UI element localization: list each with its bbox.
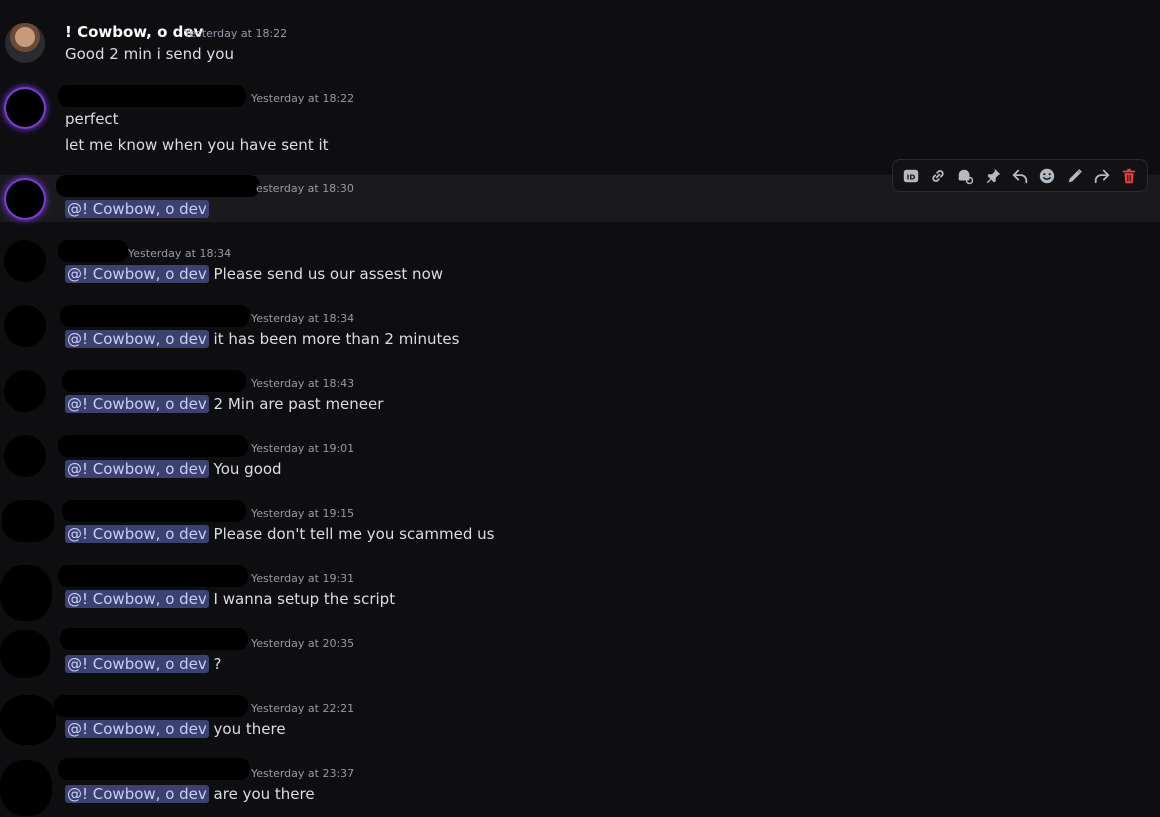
user-mention[interactable]: @! Cowbow, o dev xyxy=(65,200,209,218)
message-text: @! Cowbow, o dev I wanna setup the scrip… xyxy=(65,590,396,608)
redacted-author xyxy=(60,628,248,650)
message-text: @! Cowbow, o dev You good xyxy=(65,460,282,478)
message-actions-toolbar: ID xyxy=(892,159,1148,192)
message-timestamp: Yesterday at 22:21 xyxy=(251,702,355,715)
message-timestamp: Yesterday at 19:31 xyxy=(251,572,355,585)
message-item[interactable]: Yesterday at 19:31 @! Cowbow, o dev I wa… xyxy=(0,565,1160,621)
message-timestamp: Yesterday at 18:34 xyxy=(128,247,232,260)
redacted-author xyxy=(58,435,248,457)
pin-icon[interactable] xyxy=(983,166,1003,186)
message-item[interactable]: Yesterday at 22:21 @! Cowbow, o dev you … xyxy=(0,695,1160,745)
message-text: @! Cowbow, o dev xyxy=(65,200,209,218)
user-mention[interactable]: @! Cowbow, o dev xyxy=(65,785,209,803)
redacted-author xyxy=(60,305,250,327)
message-text: perfect xyxy=(65,110,119,128)
avatar[interactable] xyxy=(0,695,56,745)
redacted-author xyxy=(58,240,128,262)
redacted-author xyxy=(62,500,246,522)
avatar[interactable] xyxy=(4,435,46,477)
message-text: @! Cowbow, o dev you there xyxy=(65,720,286,738)
thread-icon[interactable] xyxy=(955,166,975,186)
redacted-author xyxy=(54,695,248,717)
message-timestamp: esterday at 18:30 xyxy=(256,182,354,195)
avatar[interactable] xyxy=(0,630,50,678)
user-mention[interactable]: @! Cowbow, o dev xyxy=(65,330,209,348)
id-icon[interactable]: ID xyxy=(901,166,921,186)
message-text: @! Cowbow, o dev are you there xyxy=(65,785,315,803)
avatar[interactable] xyxy=(4,240,46,282)
message-author[interactable]: ! Cowbow, o dev xyxy=(65,23,203,41)
message-item[interactable]: Yesterday at 19:15 @! Cowbow, o dev Plea… xyxy=(0,500,1160,550)
message-timestamp: Yesterday at 18:34 xyxy=(251,312,355,325)
message-timestamp: Yesterday at 20:35 xyxy=(251,637,355,650)
message-timestamp: Yesterday at 18:43 xyxy=(251,377,355,390)
message-item[interactable]: ! Cowbow, o dev Yesterday at 18:22 Good … xyxy=(0,15,1160,75)
user-mention[interactable]: @! Cowbow, o dev xyxy=(65,525,209,543)
message-item[interactable]: Yesterday at 18:34 @! Cowbow, o dev Plea… xyxy=(0,240,1160,290)
user-mention[interactable]: @! Cowbow, o dev xyxy=(65,395,209,413)
message-item[interactable]: Yesterday at 18:22 perfect let me know w… xyxy=(0,80,1160,160)
redacted-author xyxy=(56,175,260,197)
avatar[interactable] xyxy=(4,87,46,129)
redacted-author xyxy=(58,85,246,107)
message-text: @! Cowbow, o dev ? xyxy=(65,655,222,673)
redacted-author xyxy=(62,370,246,392)
forward-icon[interactable] xyxy=(1092,166,1112,186)
message-text: let me know when you have sent it xyxy=(65,136,329,154)
message-text: @! Cowbow, o dev it has been more than 2… xyxy=(65,330,460,348)
message-text: @! Cowbow, o dev Please send us our asse… xyxy=(65,265,444,283)
message-item[interactable]: Yesterday at 23:37 @! Cowbow, o dev are … xyxy=(0,758,1160,817)
message-item[interactable]: Yesterday at 18:34 @! Cowbow, o dev it h… xyxy=(0,305,1160,355)
message-item[interactable]: Yesterday at 18:43 @! Cowbow, o dev 2 Mi… xyxy=(0,370,1160,420)
message-timestamp: Yesterday at 19:01 xyxy=(251,442,355,455)
avatar[interactable] xyxy=(0,565,52,621)
svg-text:ID: ID xyxy=(906,172,915,181)
message-item[interactable]: Yesterday at 20:35 @! Cowbow, o dev ? xyxy=(0,628,1160,680)
message-timestamp: Yesterday at 18:22 xyxy=(251,92,355,105)
delete-icon[interactable] xyxy=(1119,166,1139,186)
avatar[interactable] xyxy=(4,305,46,347)
emoji-icon[interactable] xyxy=(1037,166,1057,186)
message-text: Good 2 min i send you xyxy=(65,45,234,63)
avatar[interactable] xyxy=(2,500,54,542)
link-icon[interactable] xyxy=(928,166,948,186)
user-mention[interactable]: @! Cowbow, o dev xyxy=(65,265,209,283)
redacted-author xyxy=(58,758,250,780)
reply-icon[interactable] xyxy=(1010,166,1030,186)
user-mention[interactable]: @! Cowbow, o dev xyxy=(65,460,209,478)
user-mention[interactable]: @! Cowbow, o dev xyxy=(65,590,209,608)
avatar[interactable] xyxy=(5,23,45,63)
user-mention[interactable]: @! Cowbow, o dev xyxy=(65,720,209,738)
edit-icon[interactable] xyxy=(1065,166,1085,186)
message-text: @! Cowbow, o dev Please don't tell me yo… xyxy=(65,525,495,543)
message-timestamp: Yesterday at 19:15 xyxy=(251,507,355,520)
redacted-author xyxy=(58,565,248,587)
message-timestamp: Yesterday at 23:37 xyxy=(251,767,355,780)
message-timestamp: Yesterday at 18:22 xyxy=(184,27,288,40)
message-item[interactable]: Yesterday at 19:01 @! Cowbow, o dev You … xyxy=(0,435,1160,485)
avatar[interactable] xyxy=(4,178,46,220)
avatar[interactable] xyxy=(0,760,52,816)
message-text: @! Cowbow, o dev 2 Min are past meneer xyxy=(65,395,384,413)
user-mention[interactable]: @! Cowbow, o dev xyxy=(65,655,209,673)
avatar[interactable] xyxy=(4,370,46,412)
